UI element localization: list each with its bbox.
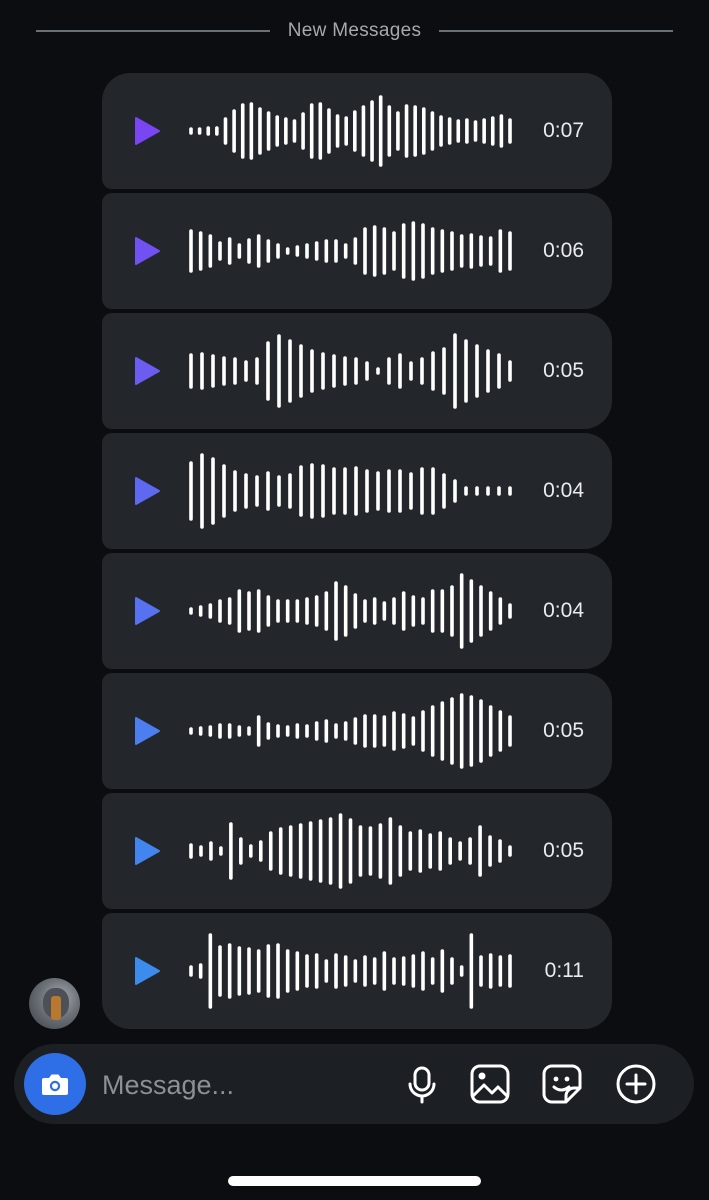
voice-message-bubble[interactable]: 0:07 — [102, 73, 612, 189]
voice-duration: 0:06 — [543, 239, 584, 262]
play-icon[interactable] — [132, 236, 162, 266]
home-indicator — [228, 1176, 481, 1186]
play-icon[interactable] — [132, 356, 162, 386]
waveform[interactable] — [188, 323, 513, 419]
voice-message-bubble[interactable]: 0:05 — [102, 793, 612, 909]
waveform[interactable] — [188, 83, 513, 179]
voice-message-list: 0:07 0:06 0:05 0:04 0:04 0:05 0:05 0:11 — [102, 73, 612, 1033]
avatar-detail — [51, 996, 61, 1020]
waveform[interactable] — [188, 443, 513, 539]
sticker-icon[interactable] — [540, 1062, 584, 1106]
voice-duration: 0:05 — [543, 719, 584, 742]
waveform[interactable] — [188, 203, 513, 299]
voice-message-bubble[interactable]: 0:04 — [102, 433, 612, 549]
voice-message-bubble[interactable]: 0:06 — [102, 193, 612, 309]
message-input[interactable] — [100, 1064, 394, 1106]
voice-message-bubble[interactable]: 0:05 — [102, 313, 612, 429]
divider-line-right — [439, 30, 674, 32]
waveform[interactable] — [188, 683, 513, 779]
camera-button[interactable] — [24, 1053, 86, 1115]
microphone-icon[interactable] — [400, 1062, 444, 1106]
play-icon[interactable] — [132, 476, 162, 506]
play-icon[interactable] — [132, 956, 162, 986]
play-icon[interactable] — [132, 596, 162, 626]
gallery-icon[interactable] — [468, 1062, 512, 1106]
message-composer — [14, 1044, 694, 1124]
new-messages-divider: New Messages — [36, 17, 674, 45]
voice-duration: 0:07 — [543, 119, 584, 142]
voice-duration: 0:05 — [543, 839, 584, 862]
camera-icon — [42, 1074, 68, 1095]
play-icon[interactable] — [132, 716, 162, 746]
waveform[interactable] — [188, 923, 513, 1019]
voice-message-bubble[interactable]: 0:05 — [102, 673, 612, 789]
new-messages-label: New Messages — [287, 20, 422, 41]
voice-message-bubble[interactable]: 0:04 — [102, 553, 612, 669]
voice-duration: 0:05 — [543, 359, 584, 382]
plus-circle-icon[interactable] — [614, 1062, 658, 1106]
divider-line-left — [36, 30, 270, 32]
play-icon[interactable] — [132, 116, 162, 146]
play-icon[interactable] — [132, 836, 162, 866]
voice-duration: 0:11 — [544, 959, 584, 982]
voice-duration: 0:04 — [543, 599, 584, 622]
voice-message-bubble[interactable]: 0:11 — [102, 913, 612, 1029]
waveform[interactable] — [188, 563, 513, 659]
sender-avatar[interactable] — [29, 978, 80, 1029]
voice-duration: 0:04 — [543, 479, 584, 502]
waveform[interactable] — [188, 803, 513, 899]
